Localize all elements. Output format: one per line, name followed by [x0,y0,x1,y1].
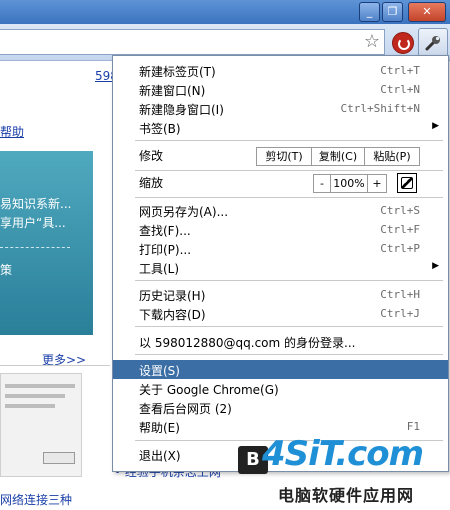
menu-item-tools[interactable]: 工具(L) ▶ [113,258,448,277]
menu-item-new-incognito[interactable]: 新建隐身窗口(I) Ctrl+Shift+N [113,99,448,118]
zoom-control: - 100% + [313,174,387,193]
extension-icon[interactable] [392,32,414,54]
teal-line-1: 易知识系新... [0,197,72,211]
menu-item-history[interactable]: 历史记录(H) Ctrl+H [113,285,448,304]
thumbnail-image [0,373,82,477]
teal-panel: 易知识系新... 享用户“具... 策 [0,151,93,335]
help-link[interactable]: 帮助 [0,123,24,140]
menu-item-about[interactable]: 关于 Google Chrome(G) [113,379,448,398]
address-bar[interactable]: ☆ [0,29,385,55]
minimize-button[interactable]: _ [359,2,380,22]
menu-separator [135,170,443,171]
menu-separator [135,326,443,327]
submenu-arrow-icon: ▶ [432,121,439,131]
menu-item-downloads[interactable]: 下载内容(D) Ctrl+J [113,304,448,323]
close-button[interactable]: ✕ [408,2,446,22]
menu-row-edit: 修改 剪切(T) 复制(C) 粘贴(P) [113,145,448,167]
menu-row-zoom: 缩放 - 100% + [113,172,448,194]
star-icon[interactable]: ☆ [364,31,380,53]
wrench-menu-button[interactable] [418,28,448,58]
title-bar: _ ❐ ✕ [0,0,450,24]
zoom-out-button[interactable]: - [314,175,330,192]
fullscreen-icon[interactable] [397,173,417,193]
restore-button[interactable]: ❐ [382,2,403,22]
menu-item-signin[interactable]: 以 598012880@qq.com 的身份登录... [113,332,448,351]
bottom-article-link[interactable]: 网络连接三种 [0,491,72,508]
edit-button-group: 剪切(T) 复制(C) 粘贴(P) [256,147,420,166]
wrench-icon [425,36,440,51]
submenu-arrow-icon: ▶ [432,261,439,271]
menu-item-settings[interactable]: 设置(S) [113,360,448,379]
watermark-logo: 4SiT.com [262,434,424,474]
menu-separator [135,197,443,198]
zoom-in-button[interactable]: + [368,175,386,192]
menu-item-print[interactable]: 打印(P)... Ctrl+P [113,239,448,258]
watermark-site-name: 电脑软硬件应用网 [278,486,415,505]
menu-item-bookmarks[interactable]: 书签(B) ▶ [113,118,448,137]
divider [0,365,110,366]
copy-button[interactable]: 复制(C) [312,148,364,165]
teal-line-3: 策 [0,263,13,277]
zoom-level: 100% [333,177,365,190]
divider [0,247,70,248]
menu-item-find[interactable]: 查找(F)... Ctrl+F [113,220,448,239]
menu-item-new-tab[interactable]: 新建标签页(T) Ctrl+T [113,61,448,80]
menu-separator [135,280,443,281]
teal-line-2: 享用户“具... [0,216,66,230]
cut-button[interactable]: 剪切(T) [257,148,311,165]
menu-separator [135,140,443,141]
site-watermark: B 4SiT.com 电脑软硬件应用网 [230,430,450,510]
chrome-main-menu: 新建标签页(T) Ctrl+T 新建窗口(N) Ctrl+N 新建隐身窗口(I) Ct… [112,55,449,472]
menu-separator [135,354,443,355]
menu-item-new-window[interactable]: 新建窗口(N) Ctrl+N [113,80,448,99]
menu-item-save-as[interactable]: 网页另存为(A)... Ctrl+S [113,201,448,220]
paste-button[interactable]: 粘贴(P) [365,148,419,165]
menu-item-background-pages[interactable]: 查看后台网页 (2) [113,398,448,417]
